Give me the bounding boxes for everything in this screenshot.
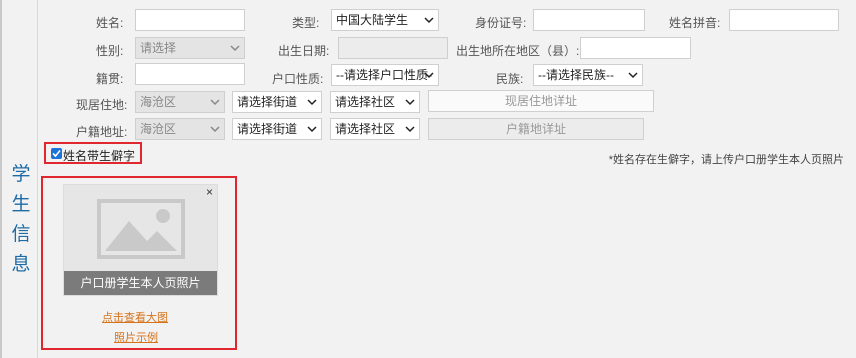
section-title: 学 生 信 息 xyxy=(6,160,36,280)
residence-community-select[interactable]: 请选择社区 xyxy=(330,91,420,113)
divider xyxy=(37,0,38,358)
chevron-down-icon xyxy=(405,99,415,106)
name-label: 姓名: xyxy=(96,16,124,30)
photo-upload-area: × 户口册学生本人页照片 点击查看大图 照片示例 xyxy=(41,176,237,350)
residence-street-select[interactable]: 请选择街道 xyxy=(232,91,322,113)
student-info-form: 学 生 信 息 姓名: 类型: 中国大陆学生 身份证号: 姓名拼音: 性别: 请… xyxy=(0,0,856,358)
ethnic-select[interactable]: --请选择民族-- xyxy=(533,64,643,86)
hukou-district-select[interactable]: 海沧区 xyxy=(135,118,225,140)
hukou-type-select-value: --请选择户口性质- xyxy=(336,68,432,82)
rare-char-checkbox[interactable] xyxy=(51,148,62,159)
native-place-input[interactable] xyxy=(135,63,245,85)
residence-label: 现居住地: xyxy=(76,98,128,112)
photo-caption: 户口册学生本人页照片 xyxy=(64,271,217,295)
left-border xyxy=(0,0,2,358)
chevron-down-icon xyxy=(307,99,317,106)
chevron-down-icon xyxy=(405,126,415,133)
section-title-char: 生 xyxy=(11,194,31,215)
residence-district-value: 海沧区 xyxy=(140,95,177,109)
residence-detail-input[interactable]: 现居住地详址 xyxy=(428,90,654,112)
rare-char-note: *姓名存在生僻字，请上传户口册学生本人页照片 xyxy=(608,154,844,166)
photo-card[interactable]: × 户口册学生本人页照片 xyxy=(63,184,218,296)
name-input[interactable] xyxy=(135,9,245,31)
pinyin-label: 姓名拼音: xyxy=(669,16,721,30)
hukou-type-select[interactable]: --请选择户口性质- xyxy=(331,64,439,86)
photo-example-link[interactable]: 照片示例 xyxy=(114,329,158,345)
close-icon[interactable]: × xyxy=(206,185,213,199)
check-icon xyxy=(52,149,61,158)
id-input[interactable] xyxy=(533,9,645,31)
birthdate-input[interactable] xyxy=(338,37,448,59)
hukou-district-value: 海沧区 xyxy=(140,122,177,136)
section-title-char: 息 xyxy=(11,254,31,275)
chevron-down-icon xyxy=(424,72,434,79)
section-title-char: 学 xyxy=(11,164,31,185)
gender-select-value: 请选择 xyxy=(140,41,177,55)
residence-district-select[interactable]: 海沧区 xyxy=(135,91,225,113)
rare-char-checkbox-group[interactable]: 姓名带生僻字 xyxy=(44,142,142,164)
hukou-community-value: 请选择社区 xyxy=(335,122,396,136)
chevron-down-icon xyxy=(628,72,638,79)
hukou-community-select[interactable]: 请选择社区 xyxy=(330,118,420,140)
hukou-address-label: 户籍地址: xyxy=(76,125,128,139)
ethnic-select-value: --请选择民族-- xyxy=(538,68,614,82)
gender-label: 性别: xyxy=(96,44,124,58)
type-select[interactable]: 中国大陆学生 xyxy=(331,9,439,31)
section-title-char: 信 xyxy=(11,224,31,245)
residence-street-value: 请选择街道 xyxy=(237,95,298,109)
hukou-detail-input[interactable]: 户籍地详址 xyxy=(428,118,644,140)
chevron-down-icon xyxy=(424,17,434,24)
birthplace-input[interactable] xyxy=(580,37,691,59)
birthplace-label: 出生地所在地区（县）: xyxy=(456,44,580,58)
rare-char-label: 姓名带生僻字 xyxy=(63,149,136,163)
ethnic-label: 民族: xyxy=(496,72,524,86)
hukou-street-value: 请选择街道 xyxy=(237,122,298,136)
pinyin-input[interactable] xyxy=(729,9,839,31)
birthdate-label: 出生日期: xyxy=(278,44,330,58)
chevron-down-icon xyxy=(210,126,220,133)
chevron-down-icon xyxy=(307,126,317,133)
image-placeholder-icon xyxy=(97,199,185,259)
residence-community-value: 请选择社区 xyxy=(335,95,396,109)
gender-select[interactable]: 请选择 xyxy=(135,37,245,59)
view-large-link[interactable]: 点击查看大图 xyxy=(102,309,168,325)
chevron-down-icon xyxy=(210,99,220,106)
hukou-type-label: 户口性质: xyxy=(272,72,324,86)
native-place-label: 籍贯: xyxy=(96,72,124,86)
type-select-value: 中国大陆学生 xyxy=(336,13,409,27)
chevron-down-icon xyxy=(230,45,240,52)
hukou-street-select[interactable]: 请选择街道 xyxy=(232,118,322,140)
type-label: 类型: xyxy=(292,16,320,30)
id-label: 身份证号: xyxy=(475,16,527,30)
